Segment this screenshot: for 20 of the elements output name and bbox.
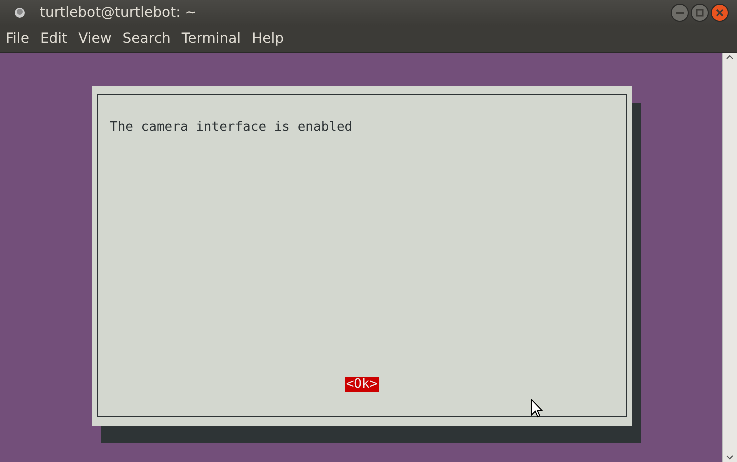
window-title: turtlebot@turtlebot: ~: [40, 5, 198, 21]
menu-item[interactable]: Help: [252, 31, 289, 47]
menu-item[interactable]: View: [78, 31, 117, 47]
terminal-icon: [13, 6, 27, 20]
mouse-pointer-icon: [531, 399, 543, 418]
menu-item[interactable]: Terminal: [182, 31, 246, 47]
close-icon: [716, 9, 724, 17]
minimize-button[interactable]: [671, 4, 689, 22]
menu-item[interactable]: File: [6, 31, 34, 47]
maximize-button[interactable]: [691, 4, 709, 22]
scroll-up-icon: [726, 55, 734, 60]
scroll-down-icon: [726, 455, 734, 460]
minimize-icon: [676, 12, 684, 14]
scrollbar[interactable]: [722, 53, 737, 462]
dialog-message: The camera interface is enabled: [110, 120, 354, 135]
close-button[interactable]: [711, 4, 729, 22]
ok-button[interactable]: <Ok>: [345, 377, 379, 392]
maximize-icon: [696, 9, 704, 17]
menu-item[interactable]: Edit: [40, 31, 73, 47]
menu-item[interactable]: Search: [122, 31, 176, 47]
